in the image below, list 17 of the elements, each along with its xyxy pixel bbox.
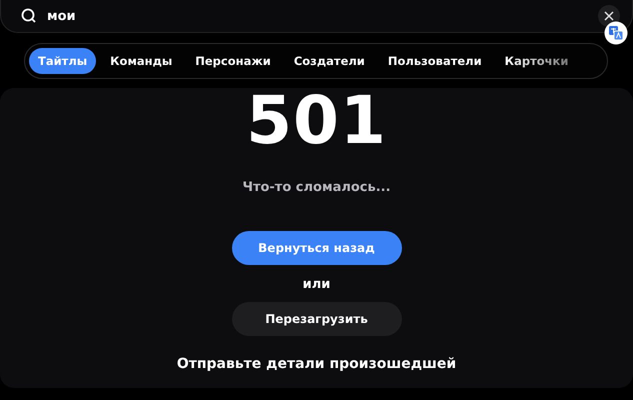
tab[interactable]: Команды: [101, 48, 182, 74]
search-icon: [21, 8, 37, 24]
tab[interactable]: Карточки: [496, 48, 578, 74]
reload-button[interactable]: Перезагрузить: [232, 302, 402, 336]
tab[interactable]: Тайтлы: [29, 48, 96, 74]
tab[interactable]: Персонажи: [186, 48, 280, 74]
back-button[interactable]: Вернуться назад: [232, 231, 402, 265]
search-field[interactable]: мои: [0, 0, 633, 33]
close-icon: [604, 11, 614, 21]
search-query: мои: [47, 8, 76, 24]
error-code: 501: [246, 88, 387, 154]
tab[interactable]: Пользователи: [378, 48, 491, 74]
details-text: Отправьте детали произошедшей: [176, 356, 456, 372]
translate-icon[interactable]: [604, 21, 628, 45]
tab[interactable]: Создатели: [284, 48, 374, 74]
error-message: Что-то сломалось...: [242, 180, 391, 195]
separator-text: или: [302, 277, 330, 292]
